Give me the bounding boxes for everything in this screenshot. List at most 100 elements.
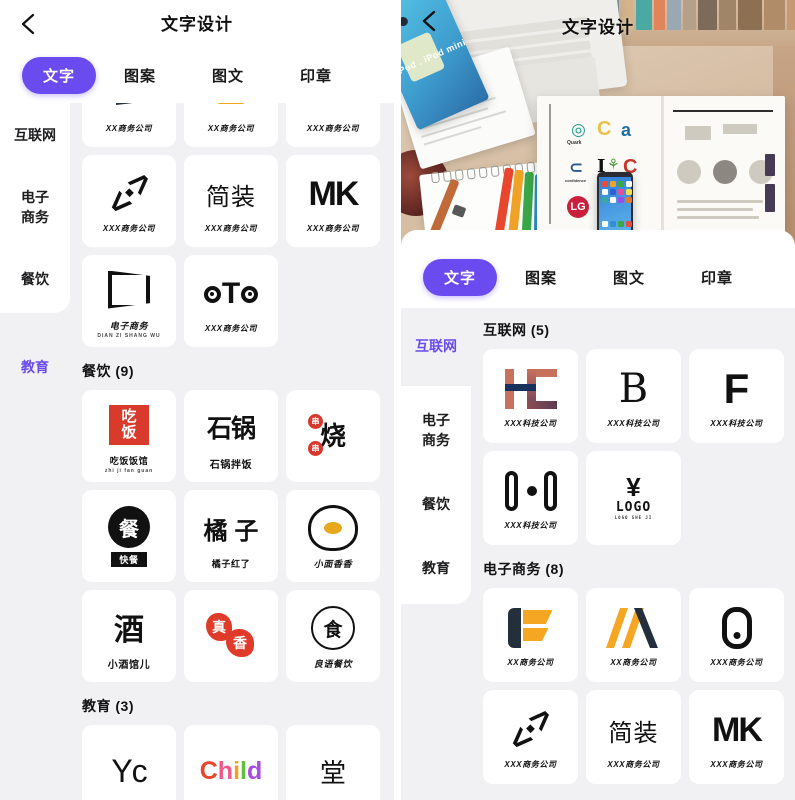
tab-tuan[interactable]: 图案: [96, 65, 184, 86]
logo-caption: XXX商务公司: [504, 760, 557, 769]
logo-caption: 电子商务: [109, 320, 149, 331]
page-title: 文字设计: [562, 18, 634, 37]
logo-mark-he: [483, 363, 578, 415]
sidebar-item-catering[interactable]: 餐饮: [401, 494, 471, 514]
sidebar-card: 互联网 电子 商务 餐饮: [0, 103, 70, 313]
logo-card[interactable]: MK XXX商务公司: [286, 155, 380, 247]
logo-card[interactable]: Yc: [82, 725, 176, 800]
logo-caption: XXX科技公司: [710, 419, 763, 428]
logo-card[interactable]: XXX科技公司: [483, 349, 578, 443]
logo-mark-subtext: LOGO SHE JI: [614, 514, 653, 520]
logo-card[interactable]: F XXX科技公司: [689, 349, 784, 443]
logo-card[interactable]: 石锅 石锅拌饭: [184, 390, 278, 482]
sidebar-card: 电子 商务 餐饮 教育: [401, 386, 471, 604]
sidebar-item-label-line2: 商务: [21, 209, 49, 225]
sidebar-item-internet[interactable]: 互联网: [0, 125, 70, 145]
sheet-top-rounded: [401, 230, 795, 246]
tab-yinzhang[interactable]: 印章: [272, 65, 360, 86]
right-panel: iPod . iPod mini ◎ Quark C a ⊂ confidenc…: [401, 0, 795, 800]
logo-caption: XXX商务公司: [204, 224, 258, 233]
logo-mark-text: 简装: [206, 183, 256, 211]
logo-mark-text: B: [618, 366, 649, 412]
logo-caption: 小酒馆儿: [107, 660, 151, 671]
panel-divider: [394, 0, 401, 800]
logo-caption: XXX商务公司: [607, 760, 660, 769]
logo-mark-mk: MK: [286, 168, 380, 220]
left-panel: 文字设计 文字 图案 图文 印章 互联网 电子 商务 餐饮 教育 XX商务公司 …: [0, 0, 394, 800]
logo-card[interactable]: 食 良语餐饮: [286, 590, 380, 682]
logo-mark-text: MK: [712, 710, 763, 749]
logo-mark-m: [586, 602, 681, 654]
logo-card[interactable]: XXX商务公司: [689, 588, 784, 682]
logo-mark: [82, 103, 176, 120]
logo-card[interactable]: MK XXX商务公司: [689, 690, 784, 784]
logo-card[interactable]: 小面香香: [286, 490, 380, 582]
logo-card[interactable]: <⋅> XXX商务公司: [483, 690, 578, 784]
logo-card[interactable]: 橘 子 橘子红了: [184, 490, 278, 582]
sidebar-item-ecommerce[interactable]: 电子 商务: [401, 410, 471, 450]
logo-card[interactable]: ¥ LOGO LOGO SHE JI: [586, 451, 681, 545]
logo-card[interactable]: T XXX商务公司: [184, 255, 278, 347]
sidebar-item-internet[interactable]: 互联网: [401, 336, 471, 356]
logo-mark-mk: MK: [689, 704, 784, 756]
logo-caption: XXX科技公司: [607, 419, 660, 428]
logo-mark-arrows: <⋅>: [99, 164, 159, 224]
sidebar-item-label: 教育: [422, 560, 450, 576]
logo-card[interactable]: XX商务公司: [184, 103, 278, 147]
logo-card[interactable]: 酒 小酒馆儿: [82, 590, 176, 682]
logo-card[interactable]: XX商务公司: [586, 588, 681, 682]
logo-card[interactable]: XXX科技公司: [483, 451, 578, 545]
logo-mark: [286, 103, 380, 120]
tab-tuan[interactable]: 图案: [497, 267, 585, 288]
logo-card[interactable]: XX商务公司: [82, 103, 176, 147]
logo-mark-b: B: [586, 363, 681, 415]
sidebar-item-education[interactable]: 教育: [401, 558, 471, 578]
logo-card[interactable]: 电子商务 DIAN ZI SHANG WU: [82, 255, 176, 347]
logo-card[interactable]: 串 串 烧: [286, 390, 380, 482]
logo-card[interactable]: <⋅> XXX商务公司: [82, 155, 176, 247]
sidebar-item-label-line1: 电子: [422, 412, 450, 428]
tab-tuwen[interactable]: 图文: [585, 267, 673, 288]
logo-mark-pill-dot: [483, 465, 578, 517]
sidebar-item-education[interactable]: 教育: [0, 357, 70, 377]
section-title-internet: 互联网 (5): [483, 322, 550, 338]
logo-card[interactable]: B XXX科技公司: [586, 349, 681, 443]
logo-mark-text: 石锅: [206, 415, 256, 443]
logo-mark-face: [286, 502, 380, 554]
ecommerce-grid-continued: <⋅> XXX商务公司 简装 XXX商务公司 MK XXX商务公司 电子商务 D…: [70, 155, 394, 347]
logo-card[interactable]: 真 香: [184, 590, 278, 682]
logo-card[interactable]: 简装 XXX商务公司: [586, 690, 681, 784]
tab-yinzhang[interactable]: 印章: [673, 267, 761, 288]
logo-card[interactable]: 堂: [286, 725, 380, 800]
logo-mark-text: LOGO: [615, 499, 652, 515]
tab-wenzi[interactable]: 文字: [423, 258, 497, 296]
logo-card[interactable]: XX商务公司: [483, 588, 578, 682]
left-content-scroll[interactable]: XX商务公司 XX商务公司 XXX商务公司 <⋅> XXX商务公司 简装 XXX…: [70, 103, 394, 800]
logo-caption-sub: zhi ji fan guan: [104, 467, 154, 474]
logo-mark-arrows: <⋅>: [500, 700, 561, 760]
logo-card[interactable]: 吃饭 吃饭饭馆 zhi ji fan guan: [82, 390, 176, 482]
logo-card[interactable]: 简装 XXX商务公司: [184, 155, 278, 247]
logo-caption: XXX商务公司: [204, 324, 258, 333]
logo-card[interactable]: XXX商务公司: [286, 103, 380, 147]
logo-caption: XX商务公司: [507, 658, 554, 667]
hero-banner: iPod . iPod mini ◎ Quark C a ⊂ confidenc…: [401, 0, 795, 246]
logo-mark-yen-logo: ¥ LOGO LOGO SHE JI: [614, 472, 653, 520]
right-content-scroll[interactable]: 互联网 (5) XXX科技公司 B XXX科技公司 F XXX科技公司 XXX科…: [471, 308, 795, 800]
logo-caption: 快餐: [111, 552, 147, 567]
logo-mark-juzi: 橘 子: [184, 502, 278, 554]
logo-caption: XXX商务公司: [306, 224, 360, 233]
sidebar-item-catering[interactable]: 餐饮: [0, 269, 70, 289]
sidebar-item-ecommerce[interactable]: 电子 商务: [0, 187, 70, 227]
logo-card[interactable]: Child: [184, 725, 278, 800]
sidebar-item-label-line1: 电子: [21, 189, 49, 205]
tab-wenzi[interactable]: 文字: [22, 57, 96, 94]
logo-caption: XXX商务公司: [306, 124, 360, 133]
logo-caption: 吃饭饭馆: [109, 455, 149, 466]
left-category-sidebar: 互联网 电子 商务 餐饮 教育: [0, 103, 70, 377]
logo-card[interactable]: 餐 快餐: [82, 490, 176, 582]
logo-caption: XX商务公司: [610, 658, 657, 667]
tab-tuwen[interactable]: 图文: [184, 65, 272, 86]
right-body: 互联网 电子 商务 餐饮 教育 互联网 (5) XXX科技公司 B XXX科技公…: [401, 308, 795, 800]
logo-mark-oto: T: [184, 268, 278, 320]
